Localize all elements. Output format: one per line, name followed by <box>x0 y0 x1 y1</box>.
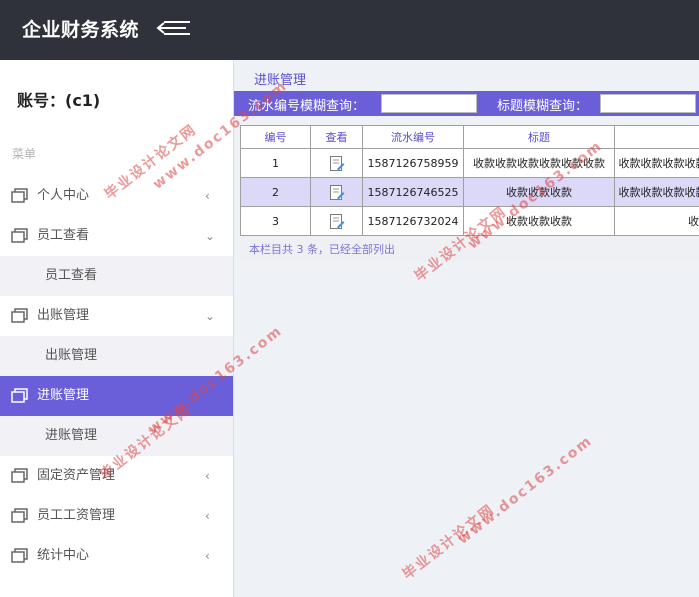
cell-id: 2 <box>240 177 311 207</box>
sidebar-item-statistics[interactable]: 统计中心 ‹ <box>0 536 233 576</box>
chevron-left-icon: ‹ <box>205 189 210 203</box>
column-header-serial: 流水编号 <box>362 125 464 149</box>
window-icon <box>11 548 28 563</box>
chevron-left-icon: ‹ <box>205 509 210 523</box>
sidebar-item-outgoing-management[interactable]: 出账管理 ⌄ <box>0 296 233 336</box>
column-header-title: 标题 <box>463 125 615 149</box>
sidebar-item-personal-center[interactable]: 个人中心 ‹ <box>0 176 233 216</box>
cell-id: 3 <box>240 206 311 236</box>
sidebar-item-salary-management[interactable]: 员工工资管理 ‹ <box>0 496 233 536</box>
search-bar: 流水编号模糊查询： 标题模糊查询： <box>234 91 699 116</box>
table-container: 编号 查看 流水编号 标题 1 1587126758959 收款收款收款收款收款… <box>240 125 699 236</box>
column-header-view: 查看 <box>310 125 363 149</box>
incoming-table: 编号 查看 流水编号 标题 1 1587126758959 收款收款收款收款收款… <box>240 125 699 236</box>
edit-document-icon[interactable] <box>329 184 345 201</box>
cell-view <box>310 148 363 178</box>
account-label: 账号：(c1) <box>17 91 101 110</box>
main-content: 进账管理 流水编号模糊查询： 标题模糊查询： 编号 查看 流水编号 标题 1 1… <box>233 60 699 597</box>
title-search-input[interactable] <box>600 94 696 113</box>
cell-extra: 收款收款收款收款 <box>614 148 699 178</box>
chevron-down-icon: ⌄ <box>205 229 216 243</box>
cell-serial: 1587126732024 <box>362 206 464 236</box>
serial-search-label: 流水编号模糊查询： <box>248 99 366 114</box>
sidebar-item-label: 固定资产管理 <box>37 468 116 483</box>
submenu-item-incoming-management[interactable]: 进账管理 <box>0 416 233 456</box>
submenu-item-outgoing-management[interactable]: 出账管理 <box>0 336 233 376</box>
sidebar-menu: 个人中心 ‹ 员工查看 ⌄ 员工查看 出账管理 ⌄ 出账管理 进账管理 进账管理… <box>0 176 233 576</box>
sidebar-item-label: 个人中心 <box>37 188 90 203</box>
window-icon <box>11 388 28 403</box>
table-header-row: 编号 查看 流水编号 标题 <box>240 125 699 149</box>
menu-toggle-icon[interactable] <box>156 16 192 40</box>
title-search-label: 标题模糊查询： <box>497 99 589 114</box>
menu-header: 菜单 <box>12 147 37 161</box>
column-header-id: 编号 <box>240 125 311 149</box>
cell-id: 1 <box>240 148 311 178</box>
chevron-left-icon: ‹ <box>205 469 210 483</box>
window-icon <box>11 228 28 243</box>
cell-view <box>310 177 363 207</box>
top-bar: 企业财务系统 <box>0 0 699 60</box>
footer-summary: 本栏目共 3 条，已经全部列出 <box>249 243 395 256</box>
cell-title: 收款收款收款收款收款收款 <box>463 148 615 178</box>
window-icon <box>11 468 28 483</box>
serial-search-input[interactable] <box>381 94 477 113</box>
column-header-extra <box>614 125 699 149</box>
sidebar-item-incoming-management[interactable]: 进账管理 <box>0 376 233 416</box>
sidebar-item-fixed-assets[interactable]: 固定资产管理 ‹ <box>0 456 233 496</box>
table-row: 2 1587126746525 收款收款收款 收款收款收款收款 <box>240 177 699 207</box>
sidebar-item-label: 员工查看 <box>37 228 90 243</box>
edit-document-icon[interactable] <box>329 155 345 172</box>
cell-serial: 1587126758959 <box>362 148 464 178</box>
edit-document-icon[interactable] <box>329 213 345 230</box>
chevron-left-icon: ‹ <box>205 549 210 563</box>
page-title: 进账管理 <box>254 73 307 88</box>
sidebar-item-label: 出账管理 <box>37 308 90 323</box>
cell-serial: 1587126746525 <box>362 177 464 207</box>
window-icon <box>11 308 28 323</box>
cell-title: 收款收款收款 <box>463 206 615 236</box>
sidebar-item-label: 进账管理 <box>37 388 90 403</box>
sidebar-item-label: 统计中心 <box>37 548 90 563</box>
window-icon <box>11 508 28 523</box>
window-icon <box>11 188 28 203</box>
table-row: 1 1587126758959 收款收款收款收款收款收款 收款收款收款收款 <box>240 148 699 178</box>
table-row: 3 1587126732024 收款收款收款 收款 <box>240 206 699 236</box>
cell-extra: 收款 <box>614 206 699 236</box>
app-title: 企业财务系统 <box>22 19 140 41</box>
sidebar-item-employee-view[interactable]: 员工查看 ⌄ <box>0 216 233 256</box>
cell-view <box>310 206 363 236</box>
cell-title: 收款收款收款 <box>463 177 615 207</box>
chevron-down-icon: ⌄ <box>205 309 216 323</box>
cell-extra: 收款收款收款收款 <box>614 177 699 207</box>
sidebar: 账号：(c1) 菜单 个人中心 ‹ 员工查看 ⌄ 员工查看 出账管理 ⌄ 出账管… <box>0 60 233 597</box>
sidebar-item-label: 员工工资管理 <box>37 508 116 523</box>
submenu-item-employee-view[interactable]: 员工查看 <box>0 256 233 296</box>
